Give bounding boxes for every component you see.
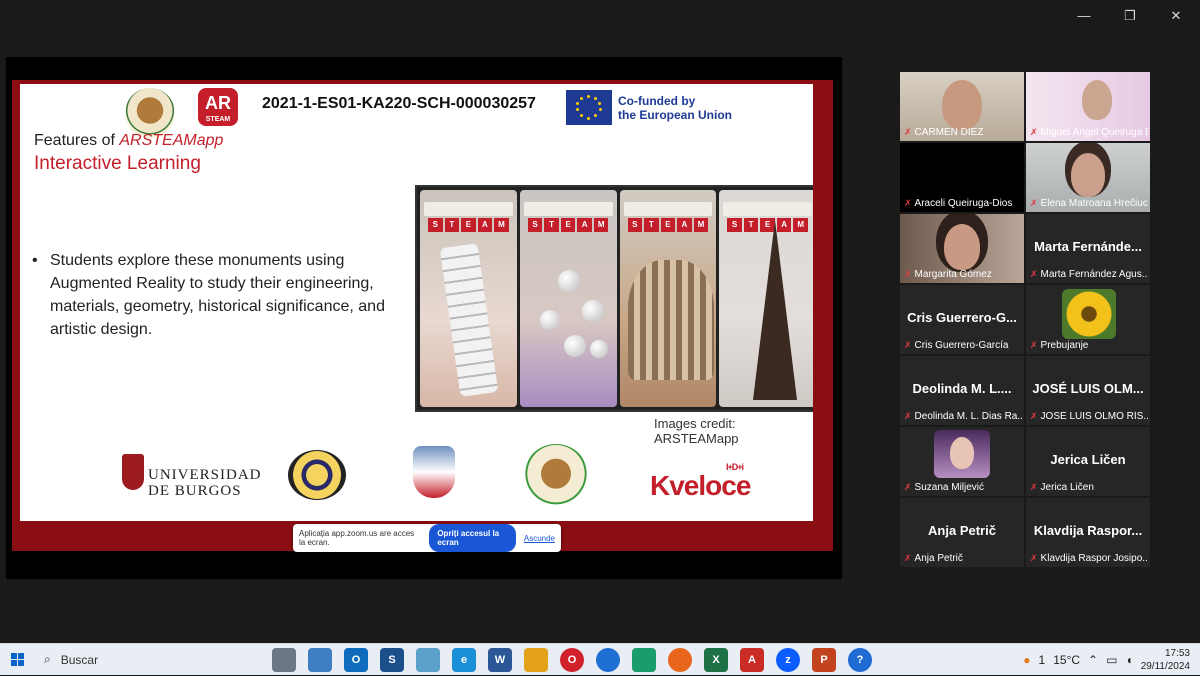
app-icon[interactable]: S	[380, 647, 404, 672]
slide-subtitle: Interactive Learning	[34, 153, 201, 174]
participant-tile[interactable]: Marta Fernánde... ✗ Marta Fernández Agus.…	[1026, 214, 1150, 283]
ar-monuments-photo: STEAM STEAM STEAM S T E A M	[415, 185, 813, 412]
opera-icon[interactable]: O	[560, 647, 584, 672]
ubu-shield-icon	[122, 454, 144, 490]
participant-tile[interactable]: Deolinda M. L.... ✗ Deolinda M. L. Dias R…	[900, 356, 1024, 425]
acrobat-icon[interactable]: A	[740, 647, 764, 672]
app-icon[interactable]	[632, 647, 656, 672]
close-icon[interactable]: ✕	[1166, 8, 1186, 24]
mic-muted-icon: ✗	[904, 127, 912, 137]
store-icon[interactable]	[308, 647, 332, 672]
weather-temp[interactable]: 15°C	[1053, 653, 1080, 667]
bullet-point: • Students explore these monuments using…	[32, 252, 385, 338]
mic-muted-icon: ✗	[1030, 269, 1038, 279]
mic-muted-icon: ✗	[904, 553, 912, 563]
zoom-icon[interactable]: z	[776, 647, 800, 672]
arsteam-logo: AR STEAM	[198, 88, 238, 126]
phone-pisa: STEAM	[420, 190, 517, 407]
weather-icon[interactable]: ●	[1023, 653, 1030, 667]
taskbar-search[interactable]: ⌕ Buscar	[34, 644, 254, 676]
zoom-meeting-window: — ❐ ✕ AR STEAM 2021-1-ES01-KA220-SCH-000…	[0, 0, 1200, 643]
shared-screen: AR STEAM 2021-1-ES01-KA220-SCH-000030257…	[6, 57, 842, 579]
participant-tile[interactable]: ✗Miguel Ángel Queiruga Di...	[1026, 72, 1150, 141]
screen-share-notice: Aplicația app.zoom.us are acces la ecran…	[293, 524, 561, 552]
project-code: 2021-1-ES01-KA220-SCH-000030257	[262, 95, 536, 112]
mic-muted-icon: ✗	[1030, 553, 1038, 563]
participant-tile[interactable]: Anja Petrič ✗ Anja Petrič	[900, 498, 1024, 567]
firefox-icon[interactable]	[668, 647, 692, 672]
school-seal-logo	[288, 450, 346, 500]
participant-tile[interactable]: Klavdija Raspor... ✗ Klavdija Raspor Josi…	[1026, 498, 1150, 567]
hide-notice-link[interactable]: Ascunde	[524, 534, 555, 543]
participant-tile[interactable]: Jerica Ličen ✗ Jerica Ličen	[1026, 427, 1150, 496]
edge-icon[interactable]: e	[452, 647, 476, 672]
mic-muted-icon: ✗	[1030, 340, 1038, 350]
search-placeholder: Buscar	[60, 652, 99, 667]
search-icon: ⌕	[44, 652, 51, 666]
mic-muted-icon: ✗	[904, 269, 912, 279]
participant-tile[interactable]: ✗ Araceli Queiruga-Dios	[900, 143, 1024, 212]
file-explorer-icon[interactable]	[524, 647, 548, 672]
mic-muted-icon: ✗	[904, 340, 912, 350]
school-logo	[125, 88, 175, 138]
taskbar-clock[interactable]: 17:53 29/11/2024	[1141, 647, 1190, 673]
mic-muted-icon: ✗	[904, 198, 912, 208]
photos-icon[interactable]	[416, 647, 440, 672]
mic-muted-icon: ✗	[1030, 198, 1038, 208]
windows-start-icon[interactable]	[0, 644, 34, 676]
school-crest-logo	[413, 446, 455, 498]
outlook-icon[interactable]: O	[344, 647, 368, 672]
participant-tile[interactable]: Cris Guerrero-G... ✗ Cris Guerrero-García	[900, 285, 1024, 354]
participant-gallery: ✗CARMEN DIEZ ✗Miguel Ángel Queiruga Di..…	[900, 72, 1150, 567]
image-credit: Images credit: ARSTEAMapp	[654, 416, 739, 446]
vpn-icon[interactable]	[596, 647, 620, 672]
volume-icon[interactable]: ◖	[1125, 653, 1132, 667]
excel-icon[interactable]: X	[704, 647, 728, 672]
windows-taskbar: ⌕ Buscar O S e W O X A z P ? ● 1 15°C ⌃ …	[0, 643, 1200, 675]
features-title: Features of ARSTEAMapp	[34, 132, 224, 149]
word-icon[interactable]: W	[488, 647, 512, 672]
participant-tile[interactable]: ✗ CARMEN DIEZ	[900, 72, 1024, 141]
participant-tile[interactable]: ✗ Suzana Miljević	[900, 427, 1024, 496]
eu-cofunded-text: Co-funded by the European Union	[618, 94, 732, 122]
mic-muted-icon: ✗	[1030, 482, 1038, 492]
network-icon[interactable]: ▭	[1106, 653, 1117, 667]
system-tray: ● 1 15°C ⌃ ▭ ◖ 17:53 29/11/2024	[1023, 644, 1190, 676]
phone-colosseum: STEAM	[619, 190, 717, 407]
kveloce-logo: Kveloce I+D+i	[650, 462, 751, 501]
ubu-logo-text: UNIVERSIDAD DE BURGOS	[148, 467, 262, 499]
minimize-icon[interactable]: —	[1074, 8, 1094, 24]
restore-icon[interactable]: ❐	[1120, 8, 1140, 24]
mic-muted-icon: ✗	[1030, 411, 1038, 421]
mic-muted-icon: ✗	[904, 482, 912, 492]
share-notice-text: Aplicația app.zoom.us are acces la ecran…	[299, 529, 415, 547]
task-view-icon[interactable]	[272, 647, 296, 672]
mic-muted-icon: ✗	[1030, 127, 1038, 137]
participant-tile[interactable]: JOSÉ LUIS OLM... ✗ JOSÉ LUIS OLMO RÍS...	[1026, 356, 1150, 425]
participant-tile[interactable]: ✗ Prebujanje	[1026, 285, 1150, 354]
stop-sharing-button[interactable]: Opriți accesul la ecran	[429, 524, 516, 552]
presentation-slide: AR STEAM 2021-1-ES01-KA220-SCH-000030257…	[20, 84, 813, 521]
mic-muted-icon: ✗	[904, 411, 912, 421]
window-controls: — ❐ ✕	[1074, 8, 1186, 24]
help-icon[interactable]: ?	[848, 647, 872, 672]
phone-eiffel: STEAM	[719, 190, 813, 407]
cimnaziala-logo	[523, 444, 589, 510]
phone-atomium: STEAM	[519, 190, 617, 407]
chevron-up-icon[interactable]: ⌃	[1088, 653, 1098, 667]
participant-tile[interactable]: ✗ Margarita Gómez	[900, 214, 1024, 283]
powerpoint-icon[interactable]: P	[812, 647, 836, 672]
participant-tile-active-speaker[interactable]: ✗ Elena Matroana Hrečiuc	[1026, 143, 1150, 212]
taskbar-apps: O S e W O X A z P ?	[272, 647, 872, 672]
eu-flag-icon	[566, 90, 612, 125]
notification-count: 1	[1038, 653, 1046, 667]
